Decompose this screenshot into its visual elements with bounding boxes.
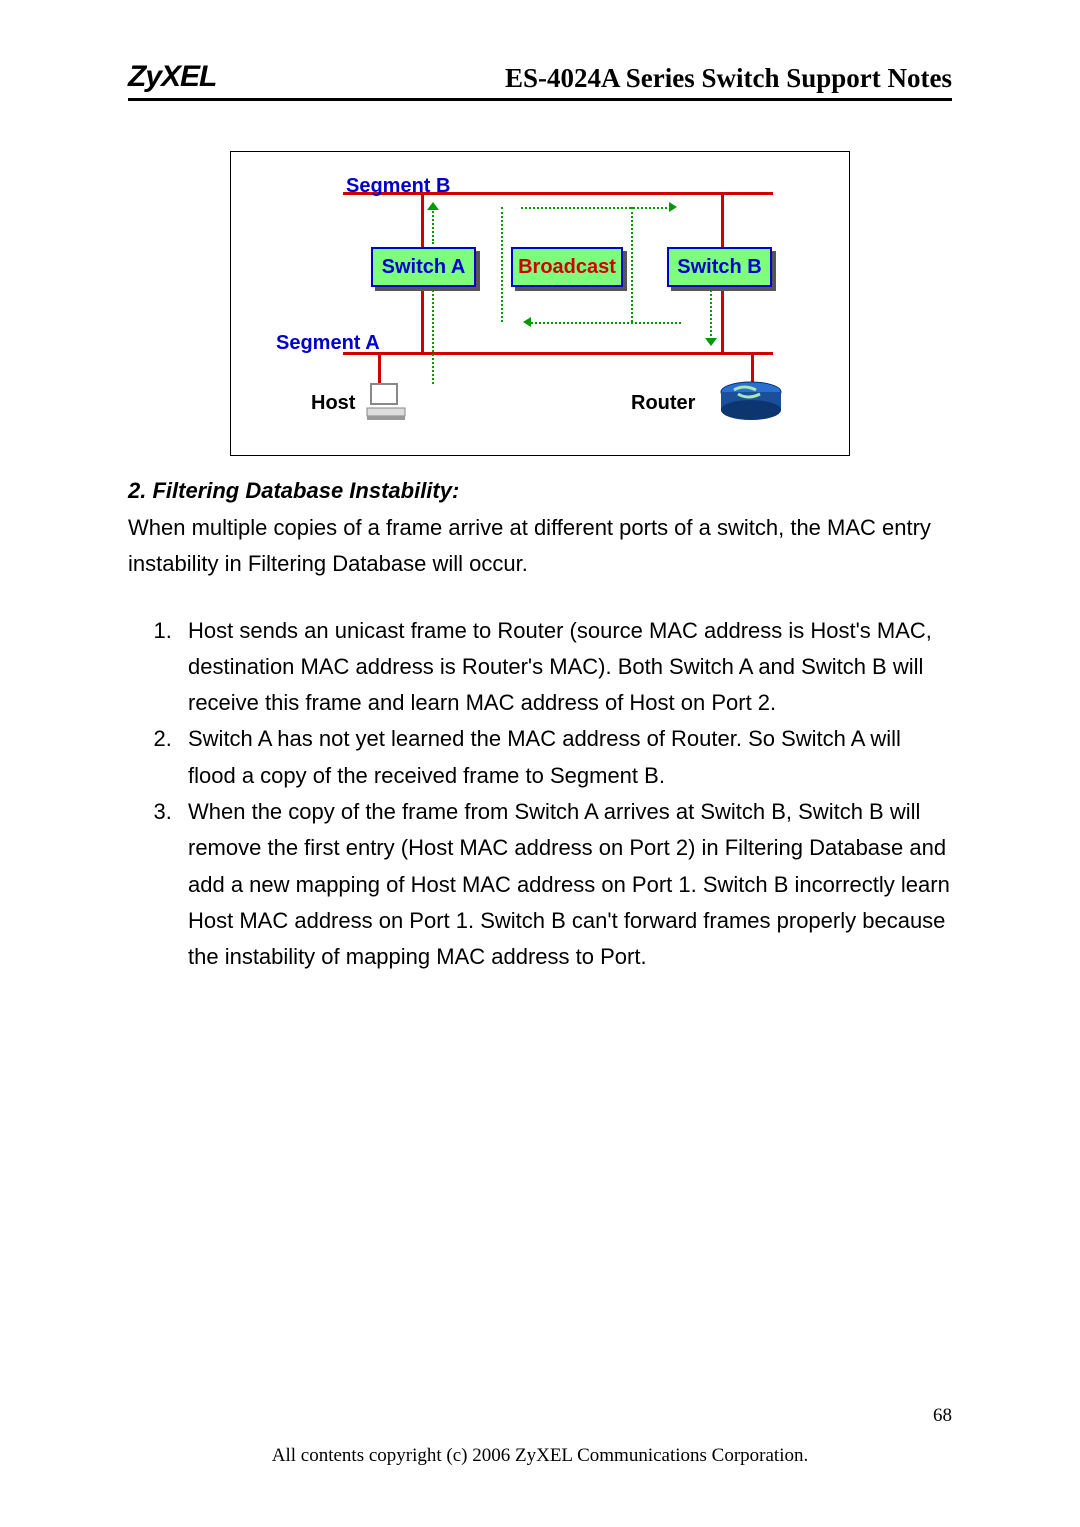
segment-a-label: Segment A <box>276 332 380 355</box>
dotted-line <box>631 207 633 322</box>
list-item: Switch A has not yet learned the MAC add… <box>178 721 952 794</box>
arrowhead-right-icon <box>669 202 677 212</box>
list-item: Host sends an unicast frame to Router (s… <box>178 613 952 722</box>
router-icon <box>716 380 786 424</box>
dotted-arrow <box>521 207 671 209</box>
list-item: When the copy of the frame from Switch A… <box>178 794 952 975</box>
router-label: Router <box>631 392 695 415</box>
section-heading: 2. Filtering Database Instability: <box>128 478 952 504</box>
arrowhead-left-icon <box>523 317 531 327</box>
switch-a-box: Switch A <box>371 247 476 287</box>
page-number: 68 <box>933 1405 952 1427</box>
dotted-arrow <box>432 290 434 384</box>
arrowhead-up-icon <box>427 202 439 210</box>
page-header: ZyXEL ES-4024A Series Switch Support Not… <box>128 60 952 101</box>
dotted-arrow <box>710 290 712 340</box>
brand-logo: ZyXEL <box>128 60 216 94</box>
copyright-text: All contents copyright (c) 2006 ZyXEL Co… <box>272 1445 808 1466</box>
computer-icon <box>365 382 409 426</box>
section-intro: When multiple copies of a frame arrive a… <box>128 510 952 583</box>
network-diagram: Switch A Broadcast Switch B Segment B Se… <box>230 151 850 456</box>
figure-container: Switch A Broadcast Switch B Segment B Se… <box>128 151 952 456</box>
dotted-arrow <box>432 208 434 244</box>
broadcast-box: Broadcast <box>511 247 623 287</box>
doc-title: ES-4024A Series Switch Support Notes <box>505 63 952 94</box>
steps-list: Host sends an unicast frame to Router (s… <box>128 613 952 976</box>
switch-b-box: Switch B <box>667 247 772 287</box>
segment-b-label: Segment B <box>346 175 450 198</box>
dotted-line <box>501 207 503 322</box>
host-label: Host <box>311 392 355 415</box>
dotted-arrow <box>531 322 681 324</box>
arrowhead-down-icon <box>705 338 717 346</box>
page-footer: 68 All contents copyright (c) 2006 ZyXEL… <box>128 1445 952 1467</box>
